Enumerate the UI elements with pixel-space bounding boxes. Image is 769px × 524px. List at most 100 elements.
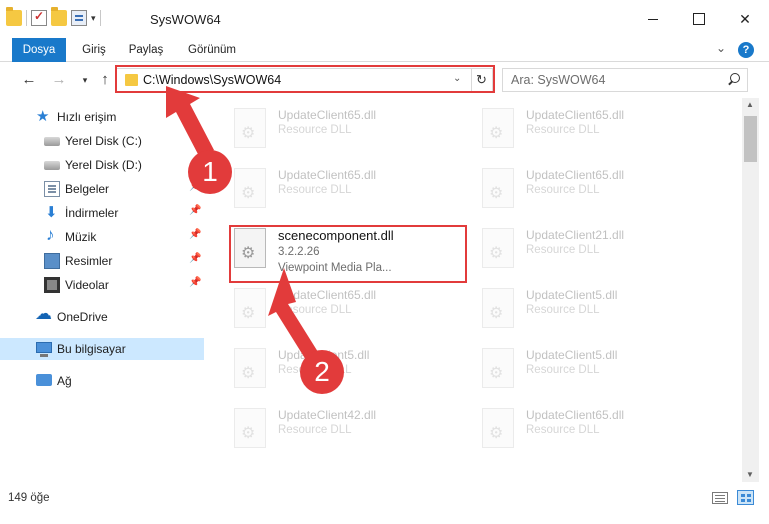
large-icons-view-icon[interactable] [737,490,754,505]
dll-file-icon [234,168,266,208]
file-item[interactable]: UpdateClient65.dll Resource DLL [454,160,688,216]
computer-icon [36,342,52,357]
file-item[interactable]: UpdateClient65.dll Resource DLL [206,280,440,336]
sidebar-item-onedrive[interactable]: OneDrive [0,304,204,328]
dll-file-icon [482,108,514,148]
sidebar-item-label: Resimler [65,254,113,268]
sidebar-item-this-pc[interactable]: Bu bilgisayar [0,338,204,360]
new-folder-icon[interactable] [51,7,67,26]
search-input[interactable]: Ara: SysWOW64 [502,68,748,92]
sidebar-item-label: OneDrive [57,310,108,324]
file-list: UpdateClient65.dll Resource DLL UpdateCl… [206,98,742,482]
file-name: UpdateClient65.dll [526,168,625,182]
dll-file-icon [482,288,514,328]
file-item[interactable]: UpdateClient65.dll Resource DLL [206,100,440,156]
network-icon [36,374,52,386]
sidebar-item-label: İndirmeler [65,206,119,220]
pin-icon[interactable]: 📌 [189,229,201,240]
file-name: UpdateClient5.dll [526,288,618,302]
properties-icon[interactable] [71,10,87,26]
sidebar-item-local-disk-d[interactable]: Yerel Disk (D:) [0,154,204,176]
toolbar-divider [99,10,101,26]
pin-icon[interactable]: 📌 [189,205,201,216]
scroll-up-arrow-icon[interactable]: ▲ [746,100,754,109]
sidebar-item-quick-access[interactable]: Hızlı erişim [0,106,204,128]
step-1-badge: 1 [188,150,232,194]
sidebar-item-label: Belgeler [65,182,110,196]
video-icon [44,277,60,293]
dll-file-icon [234,408,266,448]
star-icon [36,107,52,125]
file-type: Resource DLL [526,304,600,316]
tab-file[interactable]: Dosya [12,38,66,62]
tab-view[interactable]: Görünüm [182,38,242,62]
file-highlight-frame [229,225,467,283]
dll-file-icon [482,408,514,448]
item-count: 149 öğe [8,492,50,504]
quick-access-toolbar: ▾ [6,7,101,26]
file-type: Resource DLL [526,244,600,256]
dll-file-icon [482,228,514,268]
sidebar-item-music[interactable]: Müzik 📌 [0,225,204,248]
sidebar-item-documents[interactable]: Belgeler 📌 [0,178,204,200]
sidebar-item-label: Ağ [57,374,72,388]
file-name: UpdateClient42.dll [278,408,377,422]
file-item[interactable]: UpdateClient5.dll Resource DLL [454,280,688,336]
file-item[interactable]: UpdateClient65.dll Resource DLL [454,400,688,456]
file-name: UpdateClient65.dll [278,108,377,122]
sidebar-item-videos[interactable]: Videolar 📌 [0,274,204,296]
back-arrow-icon[interactable]: ← [20,71,38,89]
customize-toolbar-chevron-icon[interactable]: ▾ [91,13,96,24]
tab-share[interactable]: Paylaş [124,38,168,62]
sidebar-item-label: Yerel Disk (D:) [65,158,142,172]
dll-file-icon [234,348,266,388]
maximize-button[interactable] [676,0,722,38]
file-item[interactable]: UpdateClient65.dll Resource DLL [206,160,440,216]
status-bar: 149 öğe [0,482,769,524]
sidebar-item-pictures[interactable]: Resimler 📌 [0,250,204,272]
music-icon [44,225,60,245]
pin-icon[interactable]: 📌 [189,253,201,264]
tab-home[interactable]: Giriş [78,38,110,62]
recent-locations-chevron-icon[interactable]: ▾ [76,71,94,89]
close-button[interactable]: ✕ [722,0,768,38]
sidebar-item-label: Videolar [65,278,109,292]
pin-icon[interactable]: 📌 [189,277,201,288]
download-icon [44,203,60,221]
toolbar-divider [26,10,27,26]
properties-check-icon[interactable] [31,9,47,26]
search-icon[interactable] [725,72,741,88]
cloud-icon [35,304,52,325]
expand-ribbon-chevron-icon[interactable]: ⌄ [716,41,726,55]
details-view-icon[interactable] [712,492,728,504]
scrollbar-thumb[interactable] [744,116,757,162]
file-type: Resource DLL [278,184,352,196]
window-title: SysWOW64 [150,12,221,27]
sidebar-item-downloads[interactable]: İndirmeler 📌 [0,202,204,224]
minimize-button[interactable] [630,0,676,38]
forward-arrow-icon[interactable]: → [50,71,68,89]
file-type: Resource DLL [278,124,352,136]
up-arrow-icon[interactable]: ↑ [96,71,114,89]
folder-icon[interactable] [6,7,22,26]
file-item[interactable]: UpdateClient21.dll Resource DLL [454,220,688,276]
file-name: UpdateClient65.dll [278,168,377,182]
dll-file-icon [482,348,514,388]
ribbon-tabs: Dosya Giriş Paylaş Görünüm ⌄ ? [0,38,769,62]
dll-file-icon [234,108,266,148]
dll-file-icon [234,288,266,328]
dll-file-icon [482,168,514,208]
file-item[interactable]: UpdateClient65.dll Resource DLL [454,100,688,156]
file-item[interactable]: UpdateClient5.dll Resource DLL [454,340,688,396]
file-name: UpdateClient21.dll [526,228,625,242]
file-type: Resource DLL [278,304,352,316]
help-icon[interactable]: ? [738,42,754,58]
documents-icon [44,181,60,197]
scroll-down-arrow-icon[interactable]: ▼ [746,470,754,479]
sidebar-item-local-disk-c[interactable]: Yerel Disk (C:) [0,130,204,152]
sidebar-item-network[interactable]: Ağ [0,370,204,392]
disk-icon [44,137,60,146]
file-item[interactable]: UpdateClient42.dll Resource DLL [206,400,440,456]
vertical-scrollbar[interactable]: ▲ ▼ [742,98,759,482]
sidebar-item-label: Yerel Disk (C:) [65,134,142,148]
